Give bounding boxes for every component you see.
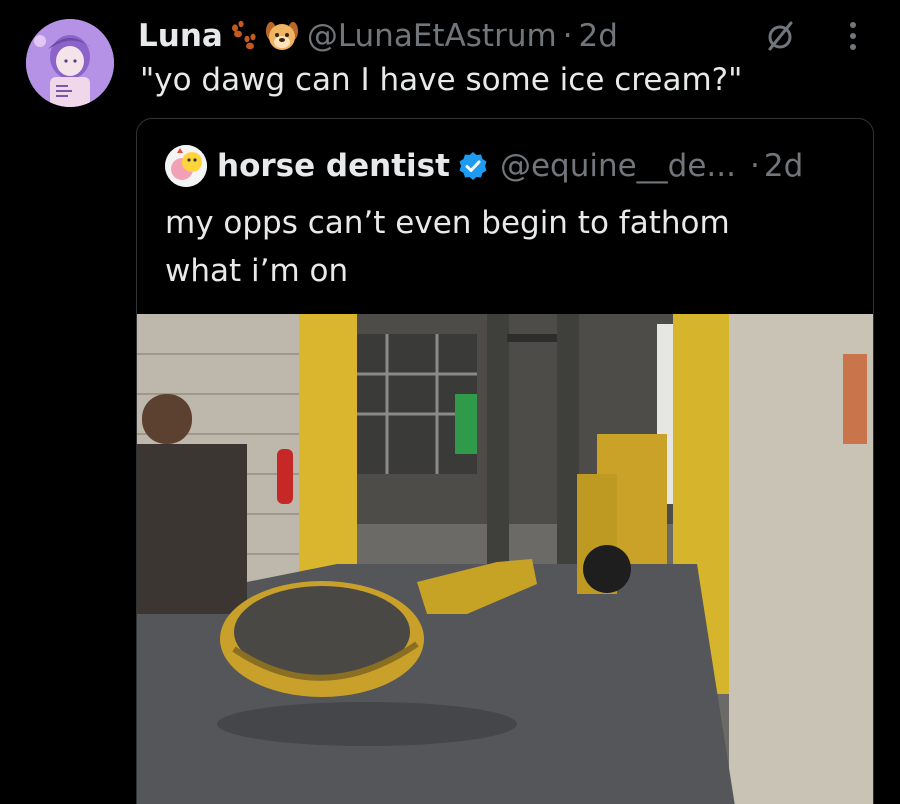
quoted-header: horse dentist @equine__de... · 2d [165,144,803,188]
avatar-illustration [26,19,114,107]
more-options-icon[interactable] [838,18,868,54]
quoted-media-photo[interactable] [137,314,873,804]
no-entry-icon[interactable] [764,20,796,52]
post-text: "yo dawg can I have some ice cream?" [140,62,743,98]
quoted-text-line: my opps can’t even begin to fathom [165,205,730,241]
post-time[interactable]: 2d [579,18,618,54]
author-avatar[interactable] [26,19,114,107]
forklift-spoon-photo [137,314,873,804]
quoted-author-handle[interactable]: @equine__de... [500,148,736,184]
quoted-text: my opps can’t even begin to fathom what … [165,199,825,295]
quoted-author-name[interactable]: horse dentist [217,148,450,184]
paw-prints-emoji-icon [227,19,261,53]
separator-dot: · [562,18,573,54]
quoted-post-time[interactable]: 2d [764,148,803,184]
post-header: Luna @LunaEtAstrum · 2d [138,14,618,58]
quoted-separator-dot: · [749,148,760,184]
dog-face-emoji-icon [265,19,299,53]
verified-badge-icon [458,151,488,181]
quoted-author-avatar[interactable] [165,145,207,187]
tweet[interactable]: Luna @LunaEtAstrum · 2d "yo dawg can I h… [0,0,900,804]
quoted-text-line: what i’m on [165,253,349,289]
author-handle[interactable]: @LunaEtAstrum [307,18,557,54]
quoted-post[interactable]: horse dentist @equine__de... · 2d my opp… [136,118,874,804]
author-name[interactable]: Luna [138,18,223,54]
